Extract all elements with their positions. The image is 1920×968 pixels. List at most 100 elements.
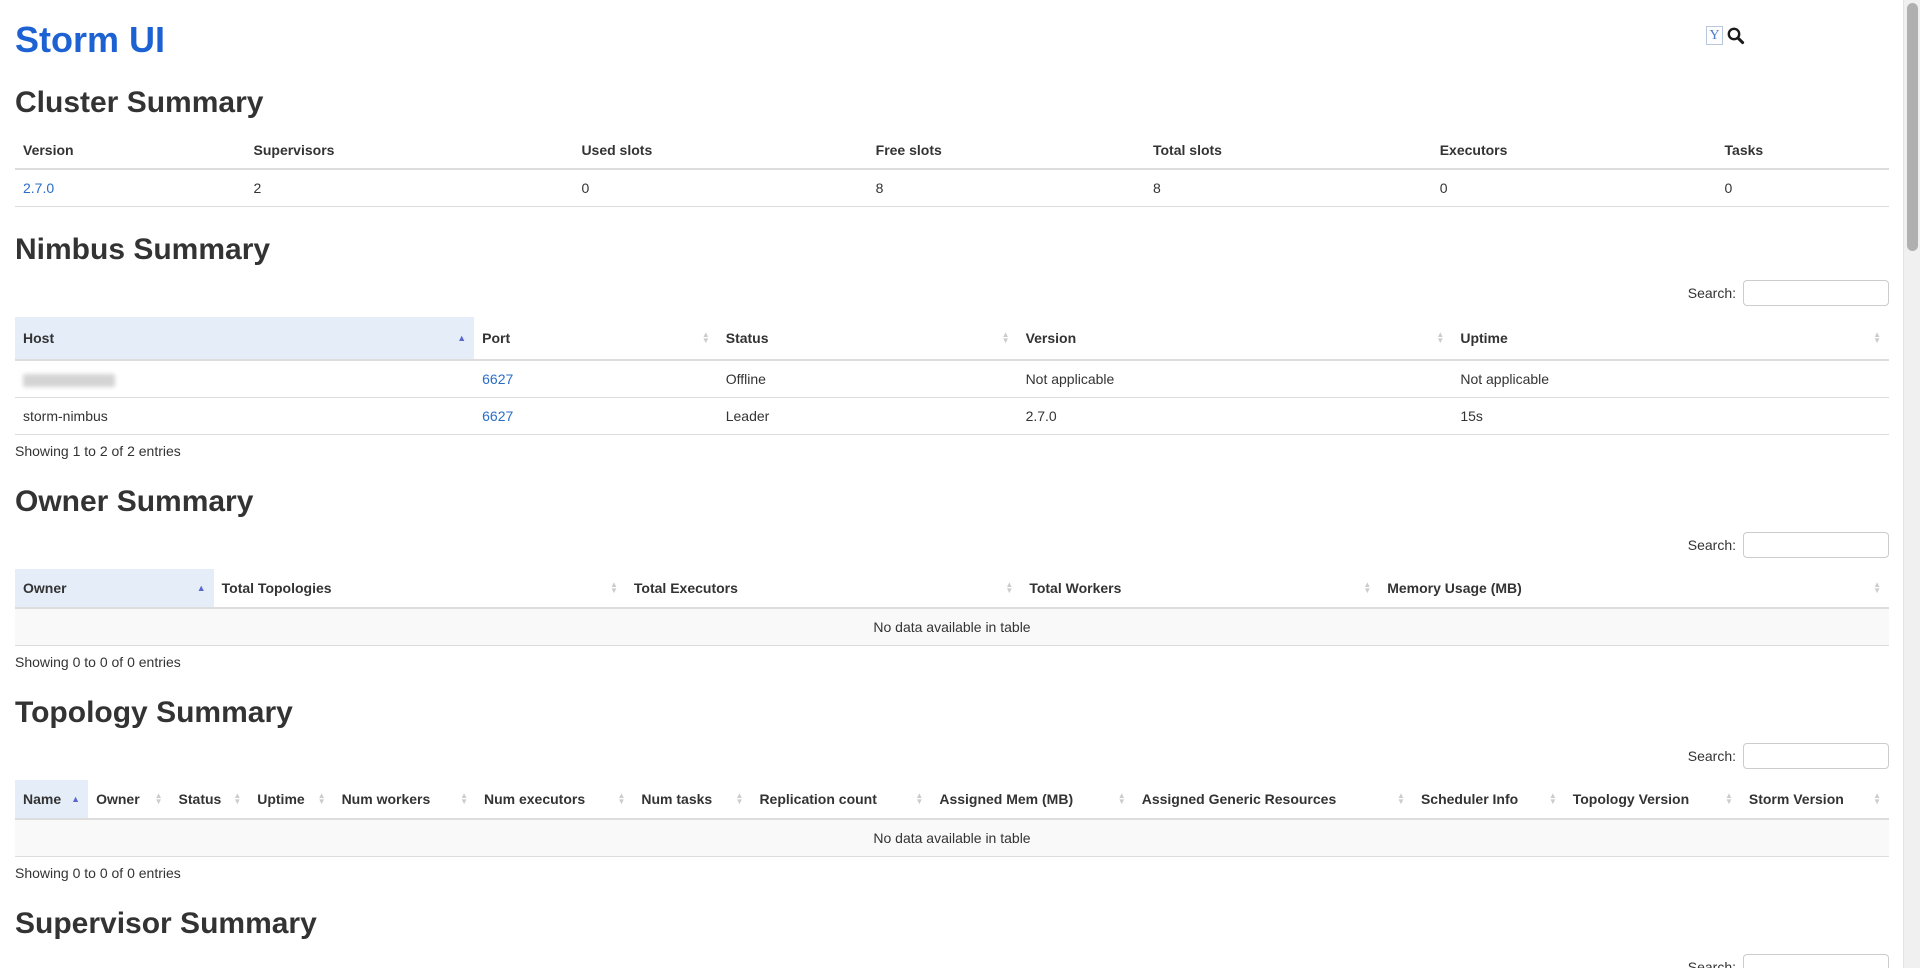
col-scheduler-info[interactable]: Scheduler Info▲▼: [1413, 780, 1565, 819]
sort-both-icon: ▲▼: [233, 793, 241, 805]
cluster-summary-heading: Cluster Summary: [15, 86, 1889, 120]
no-data-message: No data available in table: [15, 819, 1889, 857]
search-icon[interactable]: [1726, 26, 1745, 45]
topology-search-input[interactable]: [1743, 743, 1889, 769]
topology-entries-info: Showing 0 to 0 of 0 entries: [15, 865, 1889, 881]
topology-summary-heading: Topology Summary: [15, 696, 1889, 730]
col-owner[interactable]: Owner▲: [15, 569, 214, 608]
nimbus-summary-table: Host▲ Port▲▼ Status▲▼ Version▲▼ Uptime▲▼: [15, 317, 1889, 435]
col-storm-version[interactable]: Storm Version▲▼: [1741, 780, 1889, 819]
nimbus-search-label: Search:: [1688, 285, 1736, 301]
col-num-workers[interactable]: Num workers▲▼: [334, 780, 476, 819]
used-slots-value: 0: [573, 169, 867, 207]
col-total-slots: Total slots: [1145, 132, 1432, 169]
sort-both-icon: ▲▼: [617, 793, 625, 805]
supervisors-value: 2: [246, 169, 574, 207]
cluster-data-row: 2.7.0 2 0 8 8 0 0: [15, 169, 1889, 207]
version-value: 2.7.0: [1018, 398, 1453, 435]
col-tasks: Tasks: [1717, 132, 1889, 169]
cluster-summary-table: Version Supervisors Used slots Free slot…: [15, 132, 1889, 207]
tasks-value: 0: [1717, 169, 1889, 207]
nimbus-summary-heading: Nimbus Summary: [15, 233, 1889, 267]
col-free-slots: Free slots: [868, 132, 1145, 169]
total-slots-value: 8: [1145, 169, 1432, 207]
version-value: Not applicable: [1018, 360, 1453, 398]
sort-both-icon: ▲▼: [1873, 332, 1881, 344]
sort-both-icon: ▲▼: [1005, 582, 1013, 594]
sort-both-icon: ▲▼: [460, 793, 468, 805]
executors-value: 0: [1432, 169, 1717, 207]
uptime-value: Not applicable: [1452, 360, 1889, 398]
nimbus-search-input[interactable]: [1743, 280, 1889, 306]
version-link[interactable]: 2.7.0: [23, 180, 54, 196]
col-num-executors[interactable]: Num executors▲▼: [476, 780, 633, 819]
uptime-value: 15s: [1452, 398, 1889, 435]
owner-summary-heading: Owner Summary: [15, 485, 1889, 519]
sort-both-icon: ▲▼: [155, 793, 163, 805]
port-link[interactable]: 6627: [482, 408, 513, 424]
col-nimbus-version[interactable]: Version▲▼: [1018, 317, 1453, 360]
owner-search-row: Search:: [15, 531, 1889, 559]
sort-both-icon: ▲▼: [1436, 332, 1444, 344]
topology-empty-row: No data available in table: [15, 819, 1889, 857]
scrollbar-thumb[interactable]: [1907, 3, 1918, 251]
supervisor-search-input[interactable]: [1743, 954, 1889, 968]
top-right-icons: Y: [1706, 26, 1745, 45]
nimbus-row-1: 6627 Offline Not applicable Not applicab…: [15, 360, 1889, 398]
sort-both-icon: ▲▼: [1397, 793, 1405, 805]
sort-asc-icon: ▲: [71, 795, 80, 804]
sort-both-icon: ▲▼: [1873, 582, 1881, 594]
col-supervisors: Supervisors: [246, 132, 574, 169]
col-uptime[interactable]: Uptime▲▼: [1452, 317, 1889, 360]
col-total-workers[interactable]: Total Workers▲▼: [1021, 569, 1379, 608]
topology-search-row: Search:: [15, 742, 1889, 770]
sort-both-icon: ▲▼: [1873, 793, 1881, 805]
col-topo-uptime[interactable]: Uptime▲▼: [249, 780, 333, 819]
sort-both-icon: ▲▼: [915, 793, 923, 805]
port-link[interactable]: 6627: [482, 371, 513, 387]
supervisor-search-label: Search:: [1688, 959, 1736, 968]
sort-asc-icon: ▲: [457, 334, 466, 343]
col-used-slots: Used slots: [573, 132, 867, 169]
owner-summary-table: Owner▲ Total Topologies▲▼ Total Executor…: [15, 569, 1889, 646]
y-bookmark-icon[interactable]: Y: [1706, 26, 1723, 45]
col-host[interactable]: Host▲: [15, 317, 474, 360]
sort-both-icon: ▲▼: [702, 332, 710, 344]
host-value: storm-nimbus: [15, 398, 474, 435]
col-topo-status[interactable]: Status▲▼: [171, 780, 250, 819]
col-total-executors[interactable]: Total Executors▲▼: [626, 569, 1021, 608]
nimbus-row-2: storm-nimbus 6627 Leader 2.7.0 15s: [15, 398, 1889, 435]
vertical-scrollbar[interactable]: [1903, 0, 1920, 968]
sort-both-icon: ▲▼: [736, 793, 744, 805]
free-slots-value: 8: [868, 169, 1145, 207]
col-total-topologies[interactable]: Total Topologies▲▼: [214, 569, 626, 608]
col-version: Version: [15, 132, 246, 169]
topology-search-label: Search:: [1688, 748, 1736, 764]
storm-ui-page: Storm UI Cluster Summary Version Supervi…: [0, 20, 1920, 968]
owner-entries-info: Showing 0 to 0 of 0 entries: [15, 654, 1889, 670]
status-value: Offline: [718, 360, 1018, 398]
sort-both-icon: ▲▼: [1363, 582, 1371, 594]
sort-asc-icon: ▲: [197, 584, 206, 593]
topology-header-row: Name▲ Owner▲▼ Status▲▼ Uptime▲▼ Num work…: [15, 780, 1889, 819]
col-status[interactable]: Status▲▼: [718, 317, 1018, 360]
owner-header-row: Owner▲ Total Topologies▲▼ Total Executor…: [15, 569, 1889, 608]
nimbus-search-row: Search:: [15, 279, 1889, 307]
topology-summary-table: Name▲ Owner▲▼ Status▲▼ Uptime▲▼ Num work…: [15, 780, 1889, 857]
owner-search-input[interactable]: [1743, 532, 1889, 558]
status-value: Leader: [718, 398, 1018, 435]
col-memory-usage[interactable]: Memory Usage (MB)▲▼: [1379, 569, 1889, 608]
col-topology-version[interactable]: Topology Version▲▼: [1565, 780, 1741, 819]
col-assigned-mem[interactable]: Assigned Mem (MB)▲▼: [931, 780, 1133, 819]
col-port[interactable]: Port▲▼: [474, 317, 718, 360]
col-assigned-generic-resources[interactable]: Assigned Generic Resources▲▼: [1134, 780, 1413, 819]
redacted-host-value: [23, 374, 115, 387]
page-title: Storm UI: [15, 20, 1889, 60]
col-replication-count[interactable]: Replication count▲▼: [751, 780, 931, 819]
nimbus-header-row: Host▲ Port▲▼ Status▲▼ Version▲▼ Uptime▲▼: [15, 317, 1889, 360]
sort-both-icon: ▲▼: [318, 793, 326, 805]
col-topo-owner[interactable]: Owner▲▼: [88, 780, 170, 819]
col-num-tasks[interactable]: Num tasks▲▼: [633, 780, 751, 819]
cluster-header-row: Version Supervisors Used slots Free slot…: [15, 132, 1889, 169]
col-name[interactable]: Name▲: [15, 780, 88, 819]
